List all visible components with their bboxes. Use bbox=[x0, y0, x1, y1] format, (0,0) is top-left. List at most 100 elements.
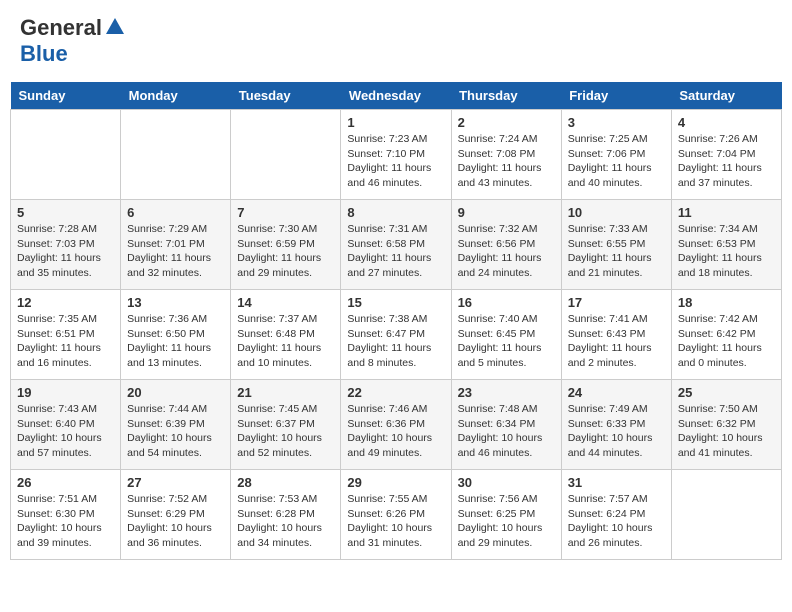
day-number: 17 bbox=[568, 295, 665, 310]
week-row-2: 5 Sunrise: 7:28 AM Sunset: 7:03 PM Daylig… bbox=[11, 200, 782, 290]
col-header-tuesday: Tuesday bbox=[231, 82, 341, 110]
day-number: 30 bbox=[458, 475, 555, 490]
day-info: Sunrise: 7:23 AM Sunset: 7:10 PM Dayligh… bbox=[347, 132, 444, 191]
day-number: 11 bbox=[678, 205, 775, 220]
day-info: Sunrise: 7:33 AM Sunset: 6:55 PM Dayligh… bbox=[568, 222, 665, 281]
day-info: Sunrise: 7:49 AM Sunset: 6:33 PM Dayligh… bbox=[568, 402, 665, 461]
col-header-thursday: Thursday bbox=[451, 82, 561, 110]
day-number: 10 bbox=[568, 205, 665, 220]
day-info: Sunrise: 7:46 AM Sunset: 6:36 PM Dayligh… bbox=[347, 402, 444, 461]
day-info: Sunrise: 7:43 AM Sunset: 6:40 PM Dayligh… bbox=[17, 402, 114, 461]
day-info: Sunrise: 7:51 AM Sunset: 6:30 PM Dayligh… bbox=[17, 492, 114, 551]
week-row-3: 12 Sunrise: 7:35 AM Sunset: 6:51 PM Dayli… bbox=[11, 290, 782, 380]
calendar-cell: 27 Sunrise: 7:52 AM Sunset: 6:29 PM Dayli… bbox=[121, 470, 231, 560]
day-info: Sunrise: 7:37 AM Sunset: 6:48 PM Dayligh… bbox=[237, 312, 334, 371]
day-number: 27 bbox=[127, 475, 224, 490]
day-info: Sunrise: 7:29 AM Sunset: 7:01 PM Dayligh… bbox=[127, 222, 224, 281]
day-info: Sunrise: 7:55 AM Sunset: 6:26 PM Dayligh… bbox=[347, 492, 444, 551]
calendar-cell bbox=[11, 110, 121, 200]
day-info: Sunrise: 7:52 AM Sunset: 6:29 PM Dayligh… bbox=[127, 492, 224, 551]
day-info: Sunrise: 7:25 AM Sunset: 7:06 PM Dayligh… bbox=[568, 132, 665, 191]
calendar-cell bbox=[231, 110, 341, 200]
day-info: Sunrise: 7:35 AM Sunset: 6:51 PM Dayligh… bbox=[17, 312, 114, 371]
calendar-cell: 12 Sunrise: 7:35 AM Sunset: 6:51 PM Dayli… bbox=[11, 290, 121, 380]
day-number: 13 bbox=[127, 295, 224, 310]
day-number: 16 bbox=[458, 295, 555, 310]
calendar-cell: 5 Sunrise: 7:28 AM Sunset: 7:03 PM Daylig… bbox=[11, 200, 121, 290]
day-info: Sunrise: 7:26 AM Sunset: 7:04 PM Dayligh… bbox=[678, 132, 775, 191]
day-number: 9 bbox=[458, 205, 555, 220]
calendar-cell: 25 Sunrise: 7:50 AM Sunset: 6:32 PM Dayli… bbox=[671, 380, 781, 470]
calendar-cell: 20 Sunrise: 7:44 AM Sunset: 6:39 PM Dayli… bbox=[121, 380, 231, 470]
day-number: 25 bbox=[678, 385, 775, 400]
day-number: 7 bbox=[237, 205, 334, 220]
calendar-cell: 11Sunrise: 7:34 AM Sunset: 6:53 PM Dayli… bbox=[671, 200, 781, 290]
calendar-cell: 18Sunrise: 7:42 AM Sunset: 6:42 PM Dayli… bbox=[671, 290, 781, 380]
day-info: Sunrise: 7:32 AM Sunset: 6:56 PM Dayligh… bbox=[458, 222, 555, 281]
calendar-cell: 19 Sunrise: 7:43 AM Sunset: 6:40 PM Dayli… bbox=[11, 380, 121, 470]
day-number: 12 bbox=[17, 295, 114, 310]
calendar-cell: 21 Sunrise: 7:45 AM Sunset: 6:37 PM Dayli… bbox=[231, 380, 341, 470]
calendar-cell: 6 Sunrise: 7:29 AM Sunset: 7:01 PM Daylig… bbox=[121, 200, 231, 290]
day-number: 3 bbox=[568, 115, 665, 130]
week-row-1: 1 Sunrise: 7:23 AM Sunset: 7:10 PM Daylig… bbox=[11, 110, 782, 200]
calendar-cell: 31 Sunrise: 7:57 AM Sunset: 6:24 PM Dayli… bbox=[561, 470, 671, 560]
calendar-cell: 28 Sunrise: 7:53 AM Sunset: 6:28 PM Dayli… bbox=[231, 470, 341, 560]
col-header-friday: Friday bbox=[561, 82, 671, 110]
day-number: 15 bbox=[347, 295, 444, 310]
day-number: 4 bbox=[678, 115, 775, 130]
logo: General Blue bbox=[20, 15, 126, 67]
calendar-cell: 14 Sunrise: 7:37 AM Sunset: 6:48 PM Dayli… bbox=[231, 290, 341, 380]
day-number: 31 bbox=[568, 475, 665, 490]
header-row: SundayMondayTuesdayWednesdayThursdayFrid… bbox=[11, 82, 782, 110]
calendar-cell bbox=[671, 470, 781, 560]
calendar-cell: 3 Sunrise: 7:25 AM Sunset: 7:06 PM Daylig… bbox=[561, 110, 671, 200]
day-number: 18 bbox=[678, 295, 775, 310]
day-info: Sunrise: 7:50 AM Sunset: 6:32 PM Dayligh… bbox=[678, 402, 775, 461]
calendar-cell: 30 Sunrise: 7:56 AM Sunset: 6:25 PM Dayli… bbox=[451, 470, 561, 560]
calendar-cell: 15Sunrise: 7:38 AM Sunset: 6:47 PM Dayli… bbox=[341, 290, 451, 380]
day-number: 19 bbox=[17, 385, 114, 400]
day-number: 1 bbox=[347, 115, 444, 130]
day-number: 20 bbox=[127, 385, 224, 400]
day-info: Sunrise: 7:48 AM Sunset: 6:34 PM Dayligh… bbox=[458, 402, 555, 461]
calendar-cell: 10 Sunrise: 7:33 AM Sunset: 6:55 PM Dayli… bbox=[561, 200, 671, 290]
week-row-5: 26Sunrise: 7:51 AM Sunset: 6:30 PM Dayli… bbox=[11, 470, 782, 560]
day-info: Sunrise: 7:28 AM Sunset: 7:03 PM Dayligh… bbox=[17, 222, 114, 281]
day-number: 5 bbox=[17, 205, 114, 220]
day-info: Sunrise: 7:24 AM Sunset: 7:08 PM Dayligh… bbox=[458, 132, 555, 191]
calendar-cell: 2 Sunrise: 7:24 AM Sunset: 7:08 PM Daylig… bbox=[451, 110, 561, 200]
logo-icon bbox=[104, 16, 126, 38]
day-info: Sunrise: 7:31 AM Sunset: 6:58 PM Dayligh… bbox=[347, 222, 444, 281]
day-info: Sunrise: 7:45 AM Sunset: 6:37 PM Dayligh… bbox=[237, 402, 334, 461]
logo-blue-text: Blue bbox=[20, 41, 68, 66]
calendar-cell: 4 Sunrise: 7:26 AM Sunset: 7:04 PM Daylig… bbox=[671, 110, 781, 200]
col-header-sunday: Sunday bbox=[11, 82, 121, 110]
day-number: 8 bbox=[347, 205, 444, 220]
day-number: 21 bbox=[237, 385, 334, 400]
col-header-monday: Monday bbox=[121, 82, 231, 110]
logo-general-text: General bbox=[20, 15, 102, 41]
day-info: Sunrise: 7:44 AM Sunset: 6:39 PM Dayligh… bbox=[127, 402, 224, 461]
day-info: Sunrise: 7:53 AM Sunset: 6:28 PM Dayligh… bbox=[237, 492, 334, 551]
day-number: 22 bbox=[347, 385, 444, 400]
day-number: 14 bbox=[237, 295, 334, 310]
page-header: General Blue bbox=[10, 10, 782, 72]
calendar-cell bbox=[121, 110, 231, 200]
calendar-table: SundayMondayTuesdayWednesdayThursdayFrid… bbox=[10, 82, 782, 560]
day-info: Sunrise: 7:30 AM Sunset: 6:59 PM Dayligh… bbox=[237, 222, 334, 281]
calendar-cell: 29 Sunrise: 7:55 AM Sunset: 6:26 PM Dayli… bbox=[341, 470, 451, 560]
calendar-cell: 9 Sunrise: 7:32 AM Sunset: 6:56 PM Daylig… bbox=[451, 200, 561, 290]
day-number: 2 bbox=[458, 115, 555, 130]
day-info: Sunrise: 7:36 AM Sunset: 6:50 PM Dayligh… bbox=[127, 312, 224, 371]
day-number: 6 bbox=[127, 205, 224, 220]
day-info: Sunrise: 7:56 AM Sunset: 6:25 PM Dayligh… bbox=[458, 492, 555, 551]
day-number: 29 bbox=[347, 475, 444, 490]
calendar-cell: 17 Sunrise: 7:41 AM Sunset: 6:43 PM Dayli… bbox=[561, 290, 671, 380]
day-number: 23 bbox=[458, 385, 555, 400]
day-info: Sunrise: 7:57 AM Sunset: 6:24 PM Dayligh… bbox=[568, 492, 665, 551]
calendar-cell: 7 Sunrise: 7:30 AM Sunset: 6:59 PM Daylig… bbox=[231, 200, 341, 290]
day-info: Sunrise: 7:41 AM Sunset: 6:43 PM Dayligh… bbox=[568, 312, 665, 371]
day-number: 28 bbox=[237, 475, 334, 490]
day-info: Sunrise: 7:40 AM Sunset: 6:45 PM Dayligh… bbox=[458, 312, 555, 371]
